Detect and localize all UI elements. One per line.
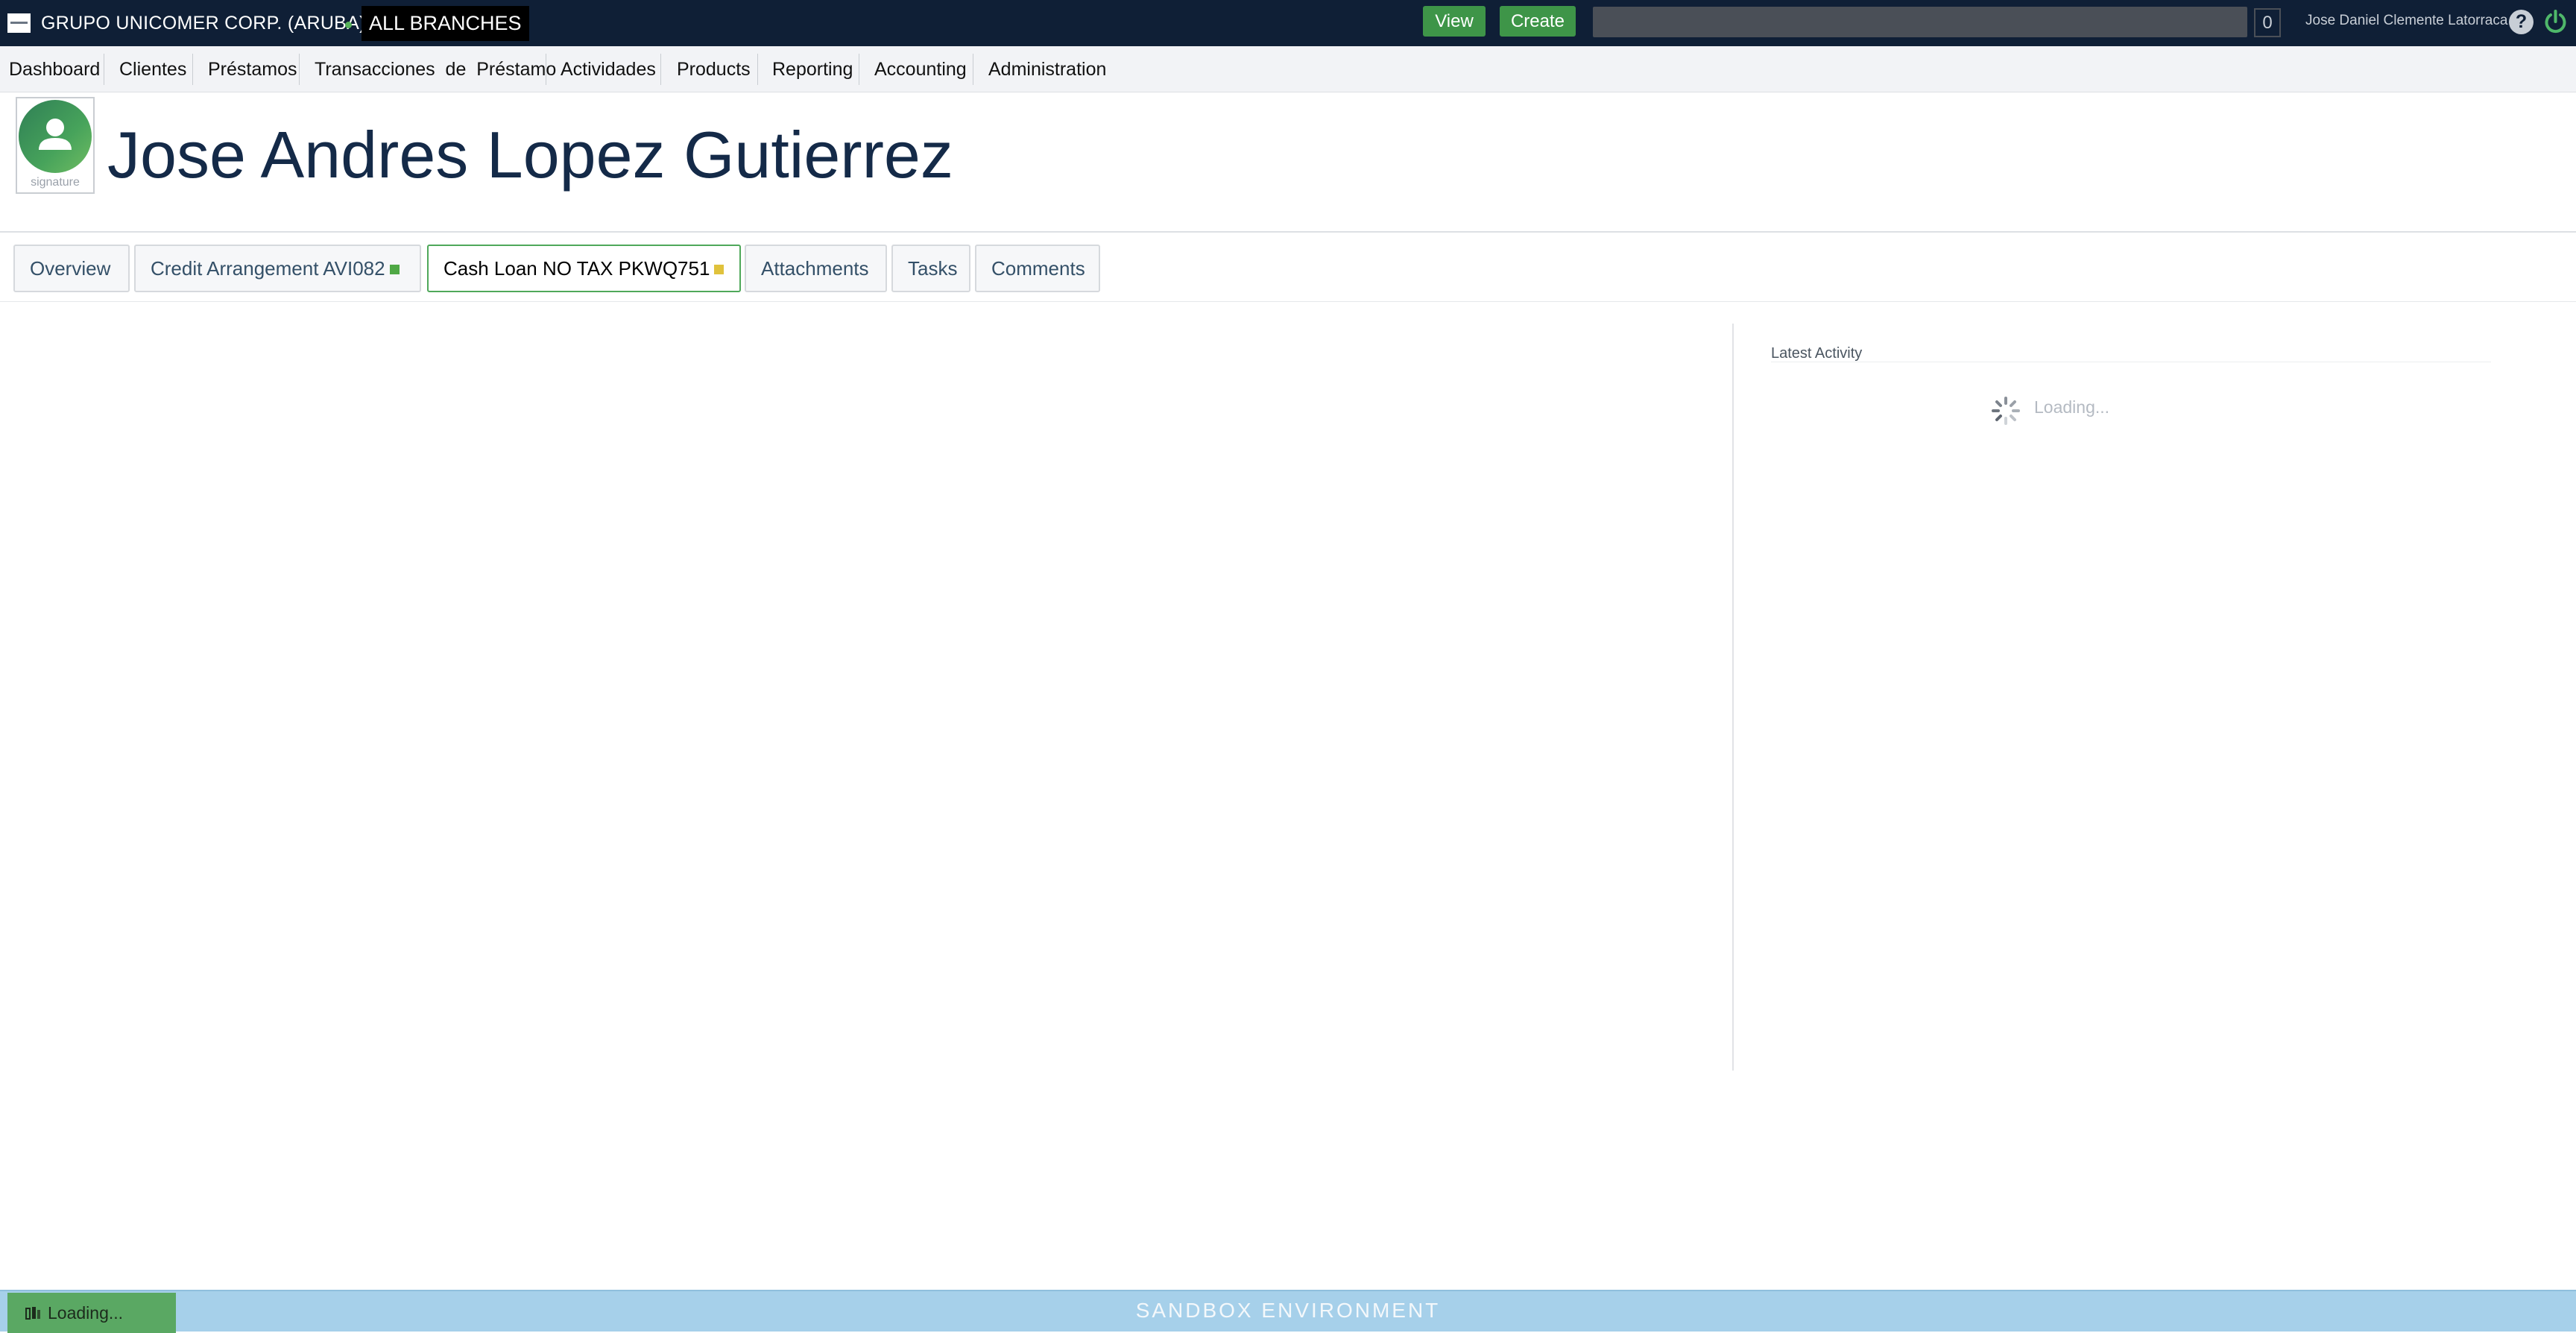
user-icon (39, 119, 72, 150)
menu-item-dashboard[interactable]: Dashboard (9, 46, 100, 92)
menu-divider (299, 54, 300, 85)
loading-spinner-icon (1992, 397, 2020, 425)
menu-item-prestamos[interactable]: Préstamos (208, 46, 297, 92)
branch-status-dot (345, 22, 352, 28)
menu-divider (192, 54, 193, 85)
tab-overview[interactable]: Overview (13, 245, 130, 292)
environment-footer: SANDBOX ENVIRONMENT Loading... (0, 1290, 2576, 1333)
search-input[interactable] (1593, 7, 2247, 37)
client-avatar[interactable]: signature (16, 97, 95, 194)
organization-name: GRUPO UNICOMER CORP. (ARUBA) (41, 13, 366, 34)
status-badge (389, 265, 400, 274)
tab-cash-loan[interactable]: Cash Loan NO TAX PKWQ751 (427, 245, 741, 292)
main-menu: Dashboard Clientes Préstamos Transaccion… (0, 46, 2576, 92)
environment-label: SANDBOX ENVIRONMENT (1135, 1299, 1441, 1322)
menu-item-administration[interactable]: Administration (988, 46, 1106, 92)
footer-loading-text: Loading... (48, 1303, 124, 1323)
tab-label: Comments (991, 257, 1085, 280)
create-button[interactable]: Create (1500, 6, 1576, 37)
top-bar: GRUPO UNICOMER CORP. (ARUBA) ALL BRANCHE… (0, 0, 2576, 46)
client-name: Jose Andres Lopez Gutierrez (107, 118, 953, 192)
tab-label: Attachments (761, 257, 869, 280)
notification-counter[interactable]: 0 (2254, 8, 2281, 37)
menu-item-actividades[interactable]: Actividades (561, 46, 656, 92)
help-icon[interactable]: ? (2509, 10, 2534, 34)
user-name[interactable]: Jose Daniel Clemente Latorraca (2305, 13, 2507, 29)
menu-item-reporting[interactable]: Reporting (772, 46, 853, 92)
tab-label: Overview (30, 257, 111, 280)
menu-item-clientes[interactable]: Clientes (119, 46, 186, 92)
avatar (19, 100, 92, 173)
tab-label: Credit Arrangement AVI082 (151, 257, 385, 280)
power-icon[interactable] (2542, 9, 2569, 35)
tab-comments[interactable]: Comments (975, 245, 1100, 292)
view-button[interactable]: View (1423, 6, 1486, 37)
activity-loading-text: Loading... (2034, 397, 2110, 417)
company-logo[interactable] (7, 13, 31, 33)
column-divider (1732, 324, 1734, 1071)
menu-item-accounting[interactable]: Accounting (874, 46, 967, 92)
tab-credit-arrangement[interactable]: Credit Arrangement AVI082 (134, 245, 421, 292)
menu-item-transacciones[interactable]: Transacciones de Préstamo (315, 46, 556, 92)
tabs-divider (0, 301, 2576, 302)
loading-indicator: Loading... (7, 1293, 176, 1333)
tab-label: Cash Loan NO TAX PKWQ751 (443, 257, 710, 280)
branch-selector[interactable]: ALL BRANCHES (362, 6, 529, 41)
latest-activity-title: Latest Activity (1771, 345, 1863, 362)
menu-divider (660, 54, 661, 85)
loading-glyph-icon (25, 1307, 40, 1320)
tab-label: Tasks (908, 257, 958, 280)
header-divider (0, 231, 2576, 233)
tab-attachments[interactable]: Attachments (745, 245, 887, 292)
menu-divider (757, 54, 758, 85)
avatar-label: signature (31, 176, 80, 189)
tab-tasks[interactable]: Tasks (891, 245, 970, 292)
menu-item-products[interactable]: Products (677, 46, 751, 92)
status-badge (714, 265, 724, 274)
